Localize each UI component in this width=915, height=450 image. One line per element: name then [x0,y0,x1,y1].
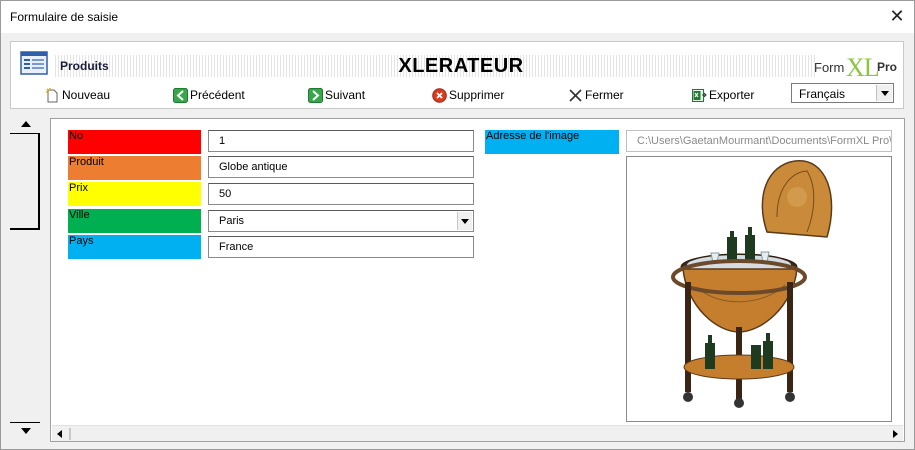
previous-button-label: Précédent [190,88,245,102]
export-button-label: Exporter [709,88,755,102]
globe-bar-image [671,160,833,408]
green-left-arrow-icon [173,87,188,103]
formxl-pro-logo: Form XL Pro [814,53,898,82]
new-document-icon [46,87,58,102]
pays-field[interactable]: France [208,236,474,258]
window-title: Formulaire de saisie [10,10,119,24]
label-produit: Produit [68,156,201,180]
red-x-circle-icon [432,87,447,103]
horizontal-scroll-thumb[interactable] [69,428,71,440]
label-ville: Ville [68,209,201,233]
image-address-label: Adresse de l'image [485,130,619,154]
close-button-label: Fermer [585,88,624,102]
next-button-label: Suivant [325,88,366,102]
label-no: No [68,130,201,154]
chevron-down-icon[interactable] [876,85,892,101]
scroll-thumb-edge [10,228,40,230]
produit-field[interactable]: Globe antique [208,156,474,178]
scroll-down-icon[interactable] [10,422,42,442]
ville-value: Paris [219,215,245,227]
scroll-right-icon[interactable] [887,426,903,442]
next-button[interactable]: Suivant [308,86,365,104]
new-button[interactable]: Nouveau [45,86,110,104]
scroll-thumb[interactable] [38,134,40,230]
delete-button[interactable]: Supprimer [432,86,504,104]
prix-field[interactable]: 50 [208,183,474,205]
close-window-icon[interactable]: ✕ [885,5,909,29]
new-button-label: Nouveau [62,88,111,102]
green-right-arrow-icon [308,87,323,103]
close-button[interactable]: Fermer [568,86,624,104]
header-band: Produits XLERATEUR Form XL Pro Nouveau P… [10,41,904,109]
previous-button[interactable]: Précédent [173,86,245,104]
ville-select[interactable]: Paris [208,210,474,232]
chevron-down-icon[interactable] [457,212,472,230]
product-image-frame [626,156,892,422]
language-value: Français [799,87,846,101]
form-area: No 1 Produit Globe antique Prix 50 Ville… [50,118,905,442]
image-path-field[interactable]: C:\Users\GaetanMourmant\Documents\FormXL… [626,130,892,152]
export-button[interactable]: Exporter [692,86,754,104]
brand-title: XLERATEUR [398,55,524,77]
scroll-up-icon[interactable] [10,116,42,134]
no-field[interactable]: 1 [208,130,474,152]
label-pays: Pays [68,235,201,259]
horizontal-scrollbar[interactable] [52,425,903,441]
form-window: Formulaire de saisie ✕ Produits XLERATEU… [0,0,915,450]
label-prix: Prix [68,182,201,206]
delete-button-label: Supprimer [449,88,505,102]
section-title: Produits [60,59,109,73]
form-list-icon [20,51,48,75]
scroll-left-icon[interactable] [52,426,68,442]
language-select[interactable]: Français [791,83,894,103]
black-x-icon [569,88,582,102]
title-bar: Formulaire de saisie ✕ [1,1,914,33]
record-scrollbar[interactable] [10,116,42,444]
excel-export-icon [692,88,707,102]
